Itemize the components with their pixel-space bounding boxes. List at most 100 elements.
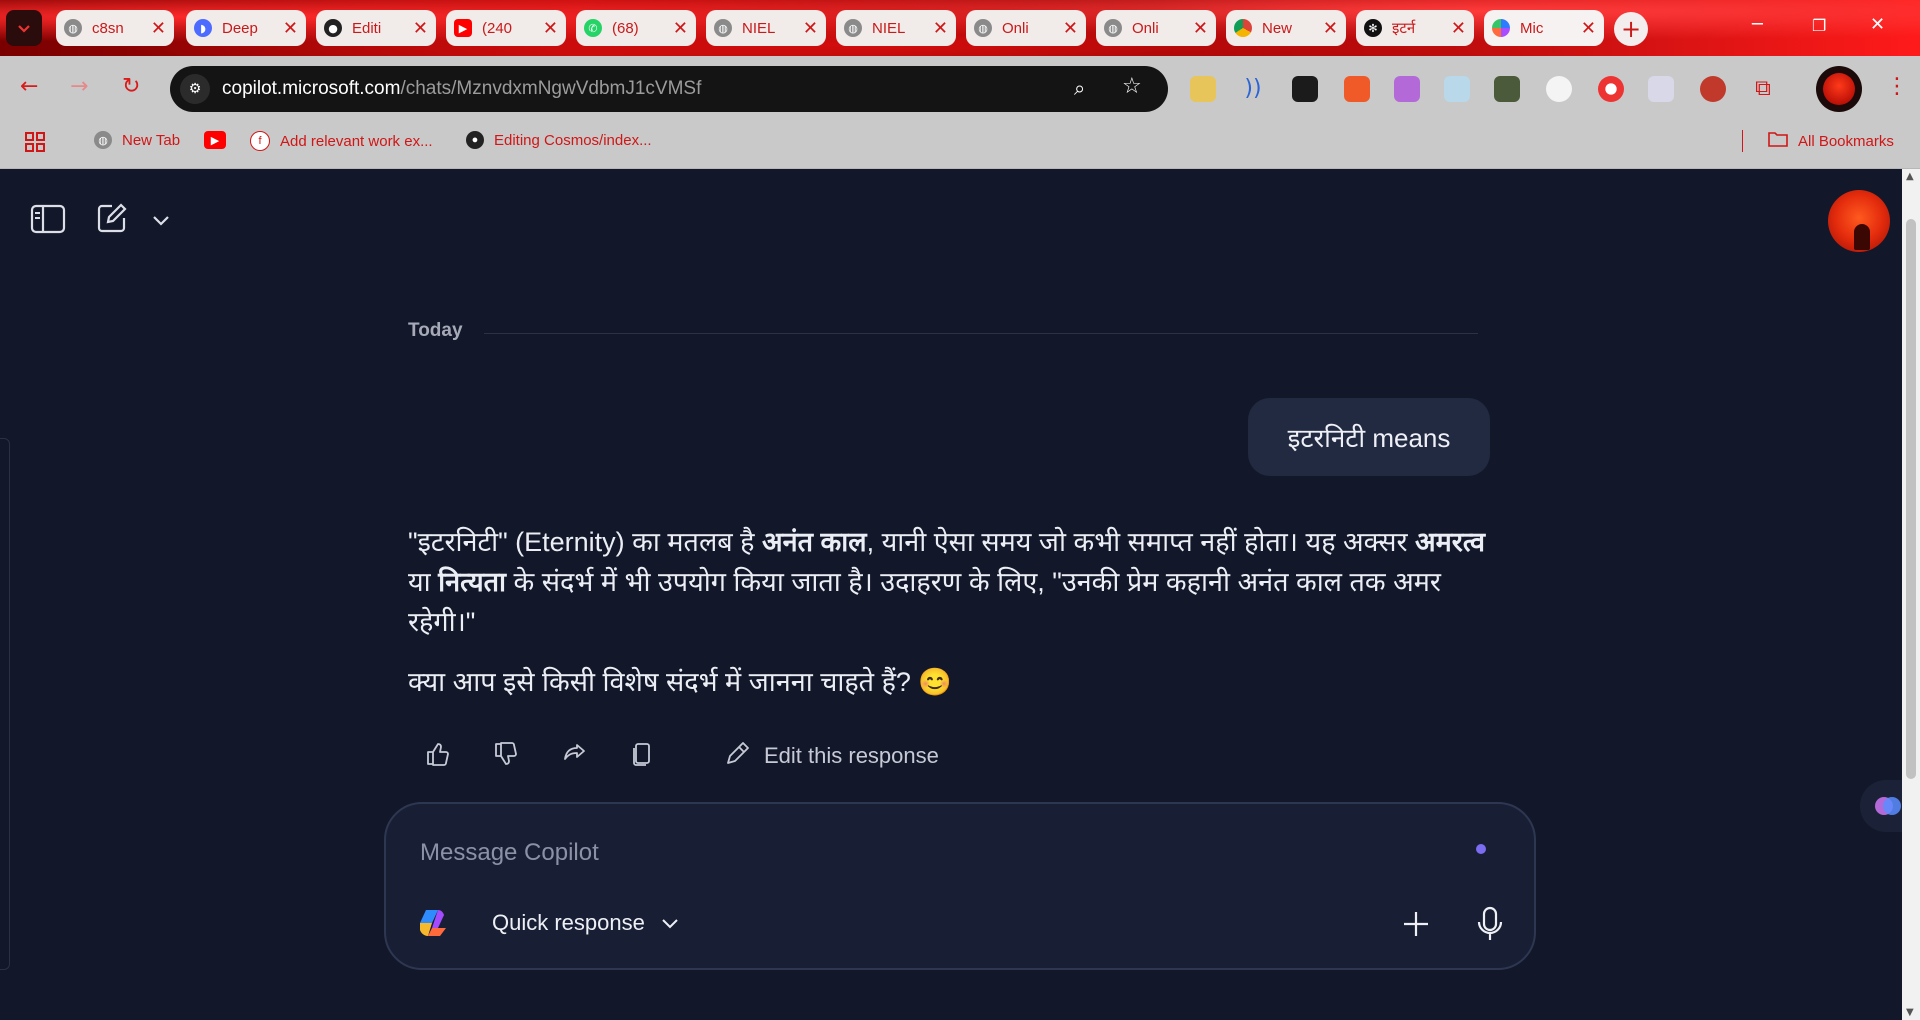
tab-title: Onli bbox=[1132, 19, 1159, 37]
apps-grid-icon[interactable] bbox=[24, 131, 46, 153]
close-icon[interactable]: ✕ bbox=[1451, 18, 1466, 39]
minimize-icon[interactable]: ─ bbox=[1752, 14, 1763, 35]
copy-icon[interactable] bbox=[624, 736, 660, 772]
bookmark-add-relevant-work[interactable]: f Add relevant work ex... bbox=[250, 131, 433, 151]
address-bar[interactable]: ⚙ copilot.microsoft.com/chats/MznvdxmNgw… bbox=[170, 66, 1168, 112]
url-text[interactable]: copilot.microsoft.com/chats/MznvdxmNgwVd… bbox=[222, 78, 701, 100]
tab-11-active[interactable]: Mic ✕ bbox=[1484, 10, 1604, 46]
response-paragraph: "इटरनिटी" (Eternity) का मतलब है अनंत काल… bbox=[408, 522, 1490, 642]
edit-response-button[interactable]: Edit this response bbox=[724, 739, 939, 773]
tab-title: NIEL bbox=[742, 19, 776, 37]
tab-title: Deep bbox=[222, 19, 258, 37]
user-message-text: इटरनिटी means bbox=[1287, 423, 1451, 453]
tab-10[interactable]: ✻ इटर्न ✕ bbox=[1356, 10, 1474, 46]
microphone-button[interactable] bbox=[1470, 902, 1510, 946]
bookmark-divider bbox=[1742, 130, 1743, 152]
add-attachment-button[interactable] bbox=[1396, 904, 1436, 944]
extension-face-icon[interactable] bbox=[1546, 76, 1572, 102]
new-tab-button[interactable]: + bbox=[1614, 12, 1648, 46]
response-text: "इटरनिटी" (Eternity) का मतलब है bbox=[408, 527, 763, 557]
browser-profile-avatar[interactable] bbox=[1816, 66, 1862, 112]
tab-3[interactable]: ▶ (240 ✕ bbox=[446, 10, 566, 46]
extension-figure-icon[interactable] bbox=[1648, 76, 1674, 102]
close-icon[interactable]: ✕ bbox=[1323, 18, 1338, 39]
tab-0[interactable]: ◍ c8sn ✕ bbox=[56, 10, 174, 46]
response-actions bbox=[420, 736, 692, 772]
extension-photo-icon[interactable] bbox=[1494, 76, 1520, 102]
tab-4[interactable]: ✆ (68) ✕ bbox=[576, 10, 696, 46]
extension-pokeball-icon[interactable] bbox=[1598, 76, 1624, 102]
scroll-up-arrow-icon[interactable]: ▲ bbox=[1906, 171, 1914, 182]
extension-bird-icon[interactable] bbox=[1190, 76, 1216, 102]
scroll-down-arrow-icon[interactable]: ▼ bbox=[1906, 1007, 1914, 1018]
bookmark-editing-cosmos[interactable]: ● Editing Cosmos/index... bbox=[466, 131, 652, 149]
browser-menu-icon[interactable]: ⋮ bbox=[1886, 74, 1908, 99]
globe-icon: ◍ bbox=[714, 19, 732, 37]
tab-title: c8sn bbox=[92, 19, 124, 37]
tab-8[interactable]: ◍ Onli ✕ bbox=[1096, 10, 1216, 46]
thumbs-down-icon[interactable] bbox=[488, 736, 524, 772]
copilot-logo-icon bbox=[416, 906, 450, 940]
extension-screen-icon[interactable] bbox=[1292, 76, 1318, 102]
sidebar-toggle-icon[interactable] bbox=[30, 204, 66, 238]
tab-5[interactable]: ◍ NIEL ✕ bbox=[706, 10, 826, 46]
tab-2[interactable]: ● Editi ✕ bbox=[316, 10, 436, 46]
back-arrow-icon[interactable]: ← bbox=[20, 74, 38, 99]
close-icon[interactable]: ✕ bbox=[803, 18, 818, 39]
tab-1[interactable]: ◗ Deep ✕ bbox=[186, 10, 306, 46]
chatgpt-icon: ✻ bbox=[1364, 19, 1382, 37]
all-bookmarks-folder[interactable]: All Bookmarks bbox=[1768, 131, 1894, 151]
edit-response-label: Edit this response bbox=[764, 743, 939, 768]
bookmark-new-tab[interactable]: ◍ New Tab bbox=[94, 131, 180, 149]
response-bold-text: अमरत्व bbox=[1415, 527, 1485, 557]
copilot-icon bbox=[1492, 19, 1510, 37]
scrollbar-thumb[interactable] bbox=[1906, 219, 1916, 779]
tab-search-button[interactable] bbox=[6, 10, 42, 46]
response-mode-selector[interactable]: Quick response bbox=[492, 910, 679, 936]
chevron-down-icon[interactable] bbox=[152, 212, 170, 231]
restore-icon[interactable]: ❐ bbox=[1812, 16, 1826, 35]
close-window-icon[interactable]: ✕ bbox=[1870, 14, 1885, 35]
extension-brain-icon[interactable] bbox=[1394, 76, 1420, 102]
extension-wave-icon[interactable]: )) bbox=[1240, 76, 1266, 102]
close-icon[interactable]: ✕ bbox=[413, 18, 428, 39]
tab-6[interactable]: ◍ NIEL ✕ bbox=[836, 10, 956, 46]
share-icon[interactable] bbox=[556, 736, 592, 772]
close-icon[interactable]: ✕ bbox=[933, 18, 948, 39]
close-icon[interactable]: ✕ bbox=[151, 18, 166, 39]
reload-icon[interactable]: ↻ bbox=[122, 74, 140, 99]
bookmark-youtube[interactable]: ▶ bbox=[204, 131, 236, 149]
close-icon[interactable]: ✕ bbox=[1193, 18, 1208, 39]
tab-7[interactable]: ◍ Onli ✕ bbox=[966, 10, 1086, 46]
response-text: क्या आप इसे किसी विशेष संदर्भ में जानना … bbox=[408, 667, 953, 697]
date-divider-line bbox=[484, 333, 1478, 334]
response-bold-text: अनंत काल bbox=[762, 527, 867, 557]
tab-title: NIEL bbox=[872, 19, 906, 37]
extension-mask-icon[interactable] bbox=[1700, 76, 1726, 102]
message-input[interactable] bbox=[418, 832, 1462, 874]
new-chat-icon[interactable] bbox=[96, 202, 128, 238]
chrome-icon bbox=[1234, 19, 1252, 37]
plus-icon: + bbox=[1620, 15, 1642, 43]
extension-cloud-icon[interactable] bbox=[1444, 76, 1470, 102]
close-icon[interactable]: ✕ bbox=[1063, 18, 1078, 39]
globe-icon: ◍ bbox=[844, 19, 862, 37]
forward-arrow-icon[interactable]: → bbox=[70, 74, 88, 99]
close-icon[interactable]: ✕ bbox=[673, 18, 688, 39]
bookmark-label: Editing Cosmos/index... bbox=[494, 131, 652, 149]
close-icon[interactable]: ✕ bbox=[543, 18, 558, 39]
close-icon[interactable]: ✕ bbox=[283, 18, 298, 39]
response-text: या bbox=[408, 567, 439, 597]
page-scrollbar[interactable]: ▲ ▼ bbox=[1902, 169, 1920, 1020]
site-settings-icon[interactable]: ⚙ bbox=[180, 74, 210, 104]
assistant-response: "इटरनिटी" (Eternity) का मतलब है अनंत काल… bbox=[408, 522, 1490, 702]
tab-9[interactable]: New ✕ bbox=[1226, 10, 1346, 46]
extension-record-icon[interactable] bbox=[1344, 76, 1370, 102]
user-avatar[interactable] bbox=[1828, 190, 1890, 252]
extensions-puzzle-icon[interactable]: ⧉ bbox=[1750, 76, 1776, 102]
bookmark-star-icon[interactable]: ☆ bbox=[1122, 74, 1142, 99]
tab-title: Mic bbox=[1520, 19, 1544, 37]
close-icon[interactable]: ✕ bbox=[1581, 18, 1596, 39]
thumbs-up-icon[interactable] bbox=[420, 736, 456, 772]
zoom-icon[interactable]: ⌕ bbox=[1074, 76, 1085, 100]
